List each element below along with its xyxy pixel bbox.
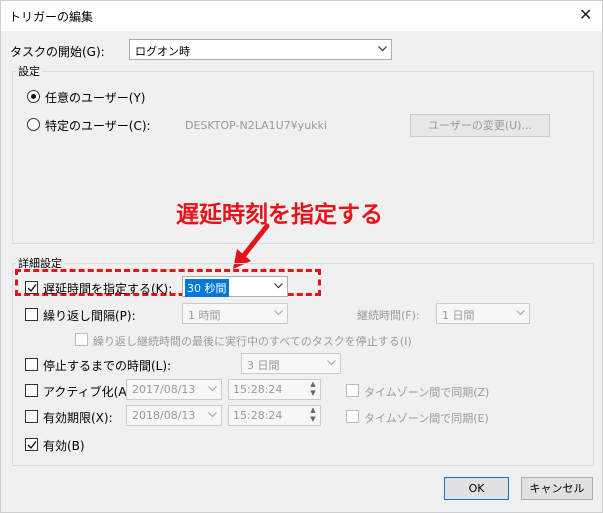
stop-repeat-checkbox[interactable] — [75, 333, 88, 346]
user-name-text: DESKTOP-N2LA1U7¥yukki — [185, 119, 327, 132]
delay-checkbox[interactable] — [25, 281, 38, 294]
duration-label: 継続時間(F): — [357, 309, 420, 322]
task-start-value: ログオン時 — [135, 45, 190, 58]
specific-user-radio[interactable] — [27, 118, 40, 131]
activate-date-value: 2017/08/13 — [132, 383, 196, 396]
delay-dropdown[interactable]: 30 秒間 — [182, 276, 288, 297]
repeat-dropdown[interactable]: 1 時間 — [182, 303, 288, 324]
chevron-down-icon — [270, 304, 287, 323]
spin-arrows-icon: ▲ ▼ — [310, 380, 316, 397]
activate-sync-checkbox[interactable] — [346, 384, 359, 397]
activate-label: アクティブ化(A): — [43, 385, 136, 399]
duration-dropdown[interactable]: 1 日間 — [436, 303, 530, 324]
specific-user-label: 特定のユーザー(C): — [45, 119, 151, 133]
repeat-checkbox[interactable] — [25, 308, 38, 321]
activate-time-stepper[interactable]: 15:28:24 ▲ ▼ — [228, 379, 321, 400]
expire-checkbox[interactable] — [25, 410, 38, 423]
expire-sync-checkbox[interactable] — [346, 410, 359, 423]
spin-arrows-icon: ▲ ▼ — [310, 406, 316, 423]
enabled-label: 有効(B) — [43, 439, 85, 453]
stop-after-dropdown[interactable]: 3 日間 — [241, 353, 341, 374]
chevron-down-icon — [204, 380, 221, 399]
activate-sync-label: タイムゾーン間で同期(Z) — [364, 386, 490, 399]
task-start-dropdown[interactable]: ログオン時 — [129, 39, 392, 60]
activate-time-value: 15:28:24 — [233, 383, 283, 396]
cancel-button[interactable]: キャンセル — [521, 477, 593, 500]
chevron-down-icon — [323, 354, 340, 373]
trigger-edit-dialog: トリガーの編集 ✕ タスクの開始(G): ログオン時 設定 任意のユーザー(Y)… — [0, 0, 603, 513]
chevron-down-icon — [374, 40, 391, 59]
delay-label: 遅延時間を指定する(K): — [43, 282, 173, 296]
stop-repeat-label: 繰り返し継続時間の最後に実行中のすべてのタスクを停止する(I) — [93, 335, 412, 348]
any-user-label: 任意のユーザー(Y) — [45, 91, 146, 105]
chevron-down-icon — [270, 277, 287, 296]
task-start-label: タスクの開始(G): — [10, 45, 105, 59]
chevron-down-icon — [204, 406, 221, 425]
expire-time-value: 15:28:24 — [233, 409, 283, 422]
repeat-label: 繰り返し間隔(P): — [43, 309, 136, 323]
settings-group-label: 設定 — [16, 63, 42, 79]
expire-label: 有効期限(X): — [43, 411, 113, 425]
duration-value: 1 日間 — [442, 309, 475, 322]
expire-sync-label: タイムゾーン間で同期(E) — [364, 412, 489, 425]
close-icon[interactable]: ✕ — [579, 5, 592, 24]
any-user-radio[interactable] — [27, 90, 40, 103]
window-title: トリガーの編集 — [9, 10, 94, 24]
delay-value: 30 秒間 — [185, 279, 229, 297]
expire-time-stepper[interactable]: 15:28:24 ▲ ▼ — [228, 405, 321, 426]
stop-after-checkbox[interactable] — [25, 358, 38, 371]
expire-date-picker[interactable]: 2018/08/13 — [126, 405, 222, 426]
enabled-checkbox[interactable] — [25, 438, 38, 451]
change-user-button[interactable]: ユーザーの変更(U)... — [410, 114, 550, 137]
activate-checkbox[interactable] — [25, 384, 38, 397]
chevron-down-icon — [512, 304, 529, 323]
activate-date-picker[interactable]: 2017/08/13 — [126, 379, 222, 400]
stop-after-value: 3 日間 — [247, 359, 280, 372]
annotation-text: 遅延時刻を指定する — [176, 202, 383, 228]
repeat-value: 1 時間 — [188, 309, 221, 322]
ok-button[interactable]: OK — [444, 477, 509, 500]
stop-after-label: 停止するまでの時間(L): — [43, 359, 172, 373]
expire-date-value: 2018/08/13 — [132, 409, 196, 422]
